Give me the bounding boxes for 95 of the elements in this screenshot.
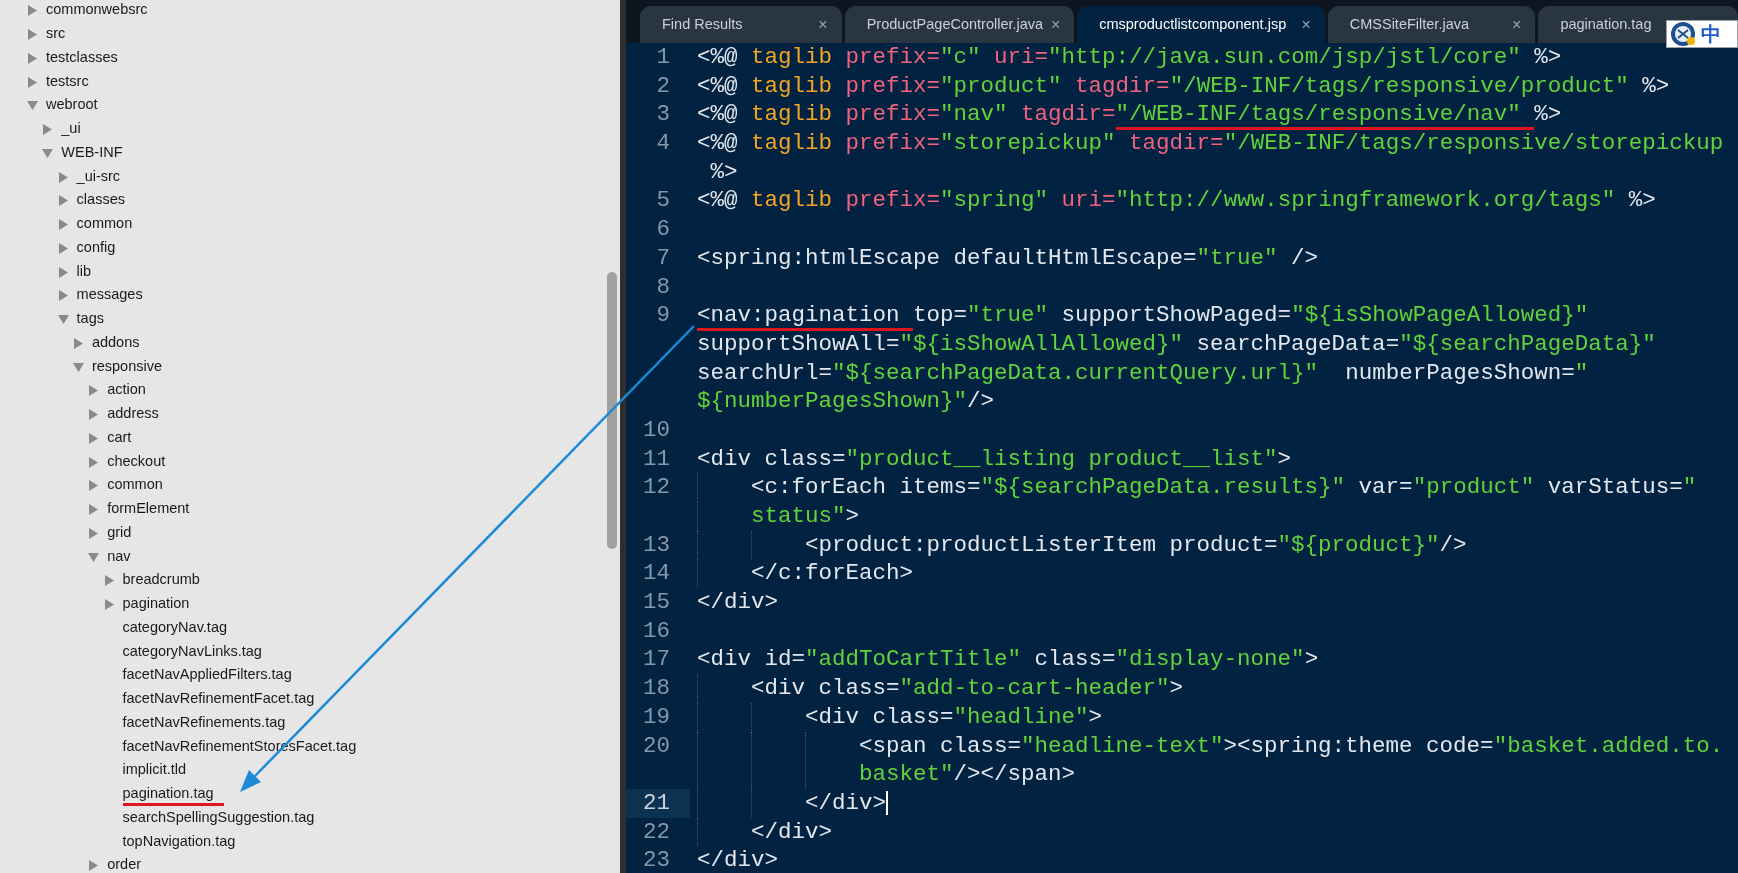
- line-number: 12: [643, 474, 670, 501]
- tree-item[interactable]: topNavigation.tag: [103, 830, 236, 854]
- code-line: <%@ taglib prefix="c" uri="http://java.sun.com/jsp/jstl/core" %>: [697, 43, 1562, 72]
- code-line: <%@ taglib prefix="product" tagdir="/WEB-INF/tags/responsive/product" %>: [697, 71, 1670, 101]
- tree-item[interactable]: searchSpellingSuggestion.tag: [103, 806, 315, 831]
- line-number: 15: [643, 589, 670, 616]
- code-line: </div>: [697, 846, 778, 873]
- editor-tab[interactable]: Find Results ×: [640, 6, 842, 43]
- tree-item[interactable]: checkout: [88, 450, 166, 474]
- tree-item[interactable]: responsive: [72, 355, 162, 379]
- line-number: 3: [656, 101, 670, 128]
- line-number: 2: [656, 72, 670, 99]
- text-cursor: [886, 790, 888, 815]
- editor-tab[interactable]: cmsproductlistcomponent.jsp ×: [1077, 6, 1325, 43]
- line-number: 18: [643, 675, 670, 702]
- code-line: <%@ taglib prefix="storepickup" tagdir="/WEB-INF/tags/responsive/storepickup: [697, 129, 1724, 158]
- tree-item[interactable]: _ui: [42, 117, 81, 142]
- code-line: searchUrl="${searchPageData.currentQuery.url}" numberPagesShown=": [697, 358, 1589, 388]
- close-tab-button[interactable]: ×: [1050, 12, 1061, 37]
- code-line: <span class="headline-text"><spring:theme code="basket.added.to.: [859, 731, 1724, 761]
- tree-item[interactable]: breadcrumb: [103, 569, 200, 593]
- code-line: %>: [709, 157, 738, 187]
- tree-item[interactable]: commonwebsrc: [27, 0, 148, 23]
- tree-item[interactable]: implicit.tld: [103, 759, 187, 783]
- line-number: 22: [643, 818, 670, 845]
- tree-item[interactable]: classes: [57, 189, 125, 213]
- line-number: 10: [643, 416, 670, 443]
- line-number: 19: [643, 703, 670, 730]
- tree-item[interactable]: common: [57, 212, 133, 237]
- tree-item[interactable]: action: [88, 379, 146, 403]
- code-line: <nav:pagination top="true" supportShowPaged="${isShowPageAllowed}": [697, 301, 1589, 330]
- tree-item[interactable]: facetNavRefinementFacet.tag: [103, 687, 315, 712]
- editor-tab[interactable]: CMSSiteFilter.java ×: [1327, 6, 1536, 43]
- code-line: <div class="add-to-cart-header">: [751, 674, 1184, 703]
- code-line: supportShowAll="${isShowAllAllowed}" searchPageData="${searchPageData}": [697, 329, 1656, 359]
- line-number: 14: [643, 560, 670, 587]
- line-number: 21: [643, 789, 670, 816]
- tree-item[interactable]: _ui-src: [57, 165, 121, 189]
- line-number: 23: [643, 847, 670, 873]
- line-number: 8: [656, 273, 670, 300]
- close-tab-button[interactable]: ×: [1512, 12, 1522, 37]
- editor-tab[interactable]: ProductPageController.java ×: [844, 6, 1075, 43]
- tree-item[interactable]: facetNavAppliedFilters.tag: [103, 664, 292, 688]
- tree-item[interactable]: tags: [57, 307, 104, 332]
- tree-item[interactable]: webroot: [27, 94, 98, 118]
- line-number: 13: [643, 531, 670, 558]
- code-line: </div>: [805, 788, 886, 818]
- tree-item[interactable]: messages: [57, 284, 143, 308]
- tree-item[interactable]: lib: [57, 260, 92, 284]
- line-number: 4: [656, 130, 670, 157]
- tree-item[interactable]: src: [27, 22, 66, 47]
- line-number: 11: [643, 445, 670, 472]
- code-line: </div>: [697, 588, 778, 617]
- code-line: </c:forEach>: [751, 559, 914, 589]
- line-number: 17: [643, 646, 670, 673]
- code-line: <div class="headline">: [805, 702, 1103, 732]
- code-line: <%@ taglib prefix="nav" tagdir="/WEB-INF/tags/responsive/nav" %>: [697, 100, 1562, 130]
- code-line: basket"/></span>: [859, 760, 1076, 789]
- code-line: <div id="addToCartTitle" class="display-none">: [697, 645, 1319, 675]
- tree-item[interactable]: config: [57, 236, 116, 261]
- tree-item[interactable]: order: [88, 854, 142, 873]
- tree-item[interactable]: categoryNavLinks.tag: [103, 640, 262, 664]
- tree-item[interactable]: cart: [88, 426, 132, 451]
- tree-item[interactable]: addons: [72, 331, 140, 356]
- line-number: 20: [643, 732, 670, 759]
- line-number: 6: [656, 216, 670, 243]
- code-line: <product:productListerItem product="${product}"/>: [805, 530, 1467, 560]
- line-number: 1: [656, 44, 670, 70]
- tree-item[interactable]: address: [88, 402, 159, 427]
- tree-item[interactable]: common: [88, 474, 163, 498]
- close-tab-button[interactable]: ×: [818, 12, 828, 37]
- tree-item[interactable]: facetNavRefinements.tag: [103, 711, 286, 736]
- scrollbar[interactable]: [607, 272, 617, 549]
- tree-item[interactable]: pagination.tag: [103, 782, 224, 807]
- tree-item[interactable]: testclasses: [27, 46, 118, 71]
- code-line: <c:forEach items="${searchPageData.results}" var="product" varStatus=": [751, 473, 1697, 502]
- code-line: <%@ taglib prefix="spring" uri="http://www.springframework.org/tags" %>: [697, 186, 1656, 216]
- tree-item[interactable]: testsrc: [27, 70, 89, 94]
- close-tab-button[interactable]: ×: [1301, 12, 1311, 37]
- code-line: ${numberPagesShown}"/>: [697, 387, 995, 416]
- tree-item[interactable]: formElement: [88, 497, 190, 522]
- tree-item[interactable]: grid: [88, 521, 132, 546]
- tree-item[interactable]: categoryNav.tag: [103, 616, 227, 641]
- code-line: <div class="product__listing product__list">: [697, 444, 1292, 474]
- line-number: 16: [643, 617, 670, 644]
- tree-item[interactable]: pagination: [103, 592, 190, 617]
- tree-item[interactable]: WEB-INF: [42, 141, 123, 166]
- tree-item[interactable]: nav: [88, 545, 131, 569]
- code-line: <spring:htmlEscape defaultHtmlEscape="true" />: [697, 243, 1319, 273]
- line-number: 9: [656, 302, 670, 329]
- line-number: 5: [656, 187, 670, 214]
- code-line: </div>: [751, 817, 832, 847]
- ime-indicator[interactable]: 中: [1666, 20, 1738, 48]
- line-number: 7: [656, 244, 670, 271]
- code-line: status">: [751, 502, 860, 531]
